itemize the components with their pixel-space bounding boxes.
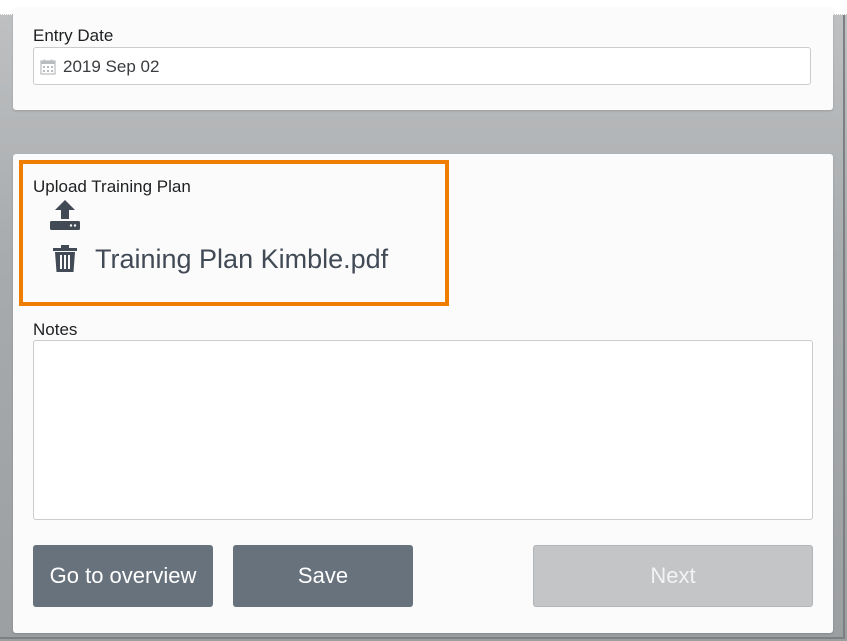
next-button[interactable]: Next xyxy=(533,545,813,607)
save-button[interactable]: Save xyxy=(233,545,413,607)
entry-date-field[interactable]: 2019 Sep 02 xyxy=(33,47,811,85)
calendar-icon xyxy=(40,59,56,75)
go-to-overview-button[interactable]: Go to overview xyxy=(33,545,213,607)
entry-date-value: 2019 Sep 02 xyxy=(63,57,160,76)
entry-date-card: Entry Date 2019 Sep 02 xyxy=(13,8,833,110)
upload-highlight-box xyxy=(19,160,449,306)
entry-date-label: Entry Date xyxy=(33,26,114,45)
notes-textarea[interactable] xyxy=(33,340,813,520)
notes-label: Notes xyxy=(33,320,78,339)
